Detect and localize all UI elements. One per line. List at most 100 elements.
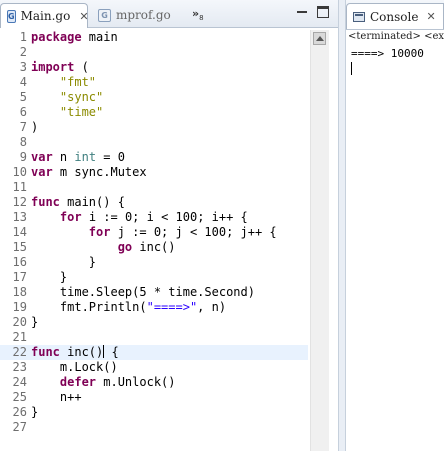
console-tab-bar: Console ✕ bbox=[346, 0, 444, 30]
code-text[interactable]: go inc() bbox=[31, 240, 176, 255]
line-number: 13 bbox=[12, 210, 27, 224]
code-text[interactable]: "fmt" bbox=[31, 75, 96, 90]
console-tab-label: Console bbox=[370, 9, 419, 24]
code-line[interactable]: 7) bbox=[0, 120, 308, 135]
line-number: 14 bbox=[12, 225, 27, 239]
code-line[interactable]: 23 m.Lock() bbox=[0, 360, 308, 375]
code-line[interactable]: 16 } bbox=[0, 255, 308, 270]
line-number: 21 bbox=[12, 330, 27, 344]
close-icon[interactable]: ✕ bbox=[79, 10, 88, 23]
line-number: 26 bbox=[12, 405, 27, 419]
code-text[interactable]: } bbox=[31, 405, 38, 420]
code-line[interactable]: 24 defer m.Unlock() bbox=[0, 375, 308, 390]
line-number: 25 bbox=[12, 390, 27, 404]
code-line[interactable]: 25 n++ bbox=[0, 390, 308, 405]
code-text[interactable]: var m sync.Mutex bbox=[31, 165, 147, 180]
line-number: 27 bbox=[12, 420, 27, 434]
code-text[interactable]: import ( bbox=[31, 60, 89, 75]
code-text[interactable]: "sync" bbox=[31, 90, 103, 105]
tab-main-go-label: Main.go bbox=[20, 9, 71, 23]
line-number: 16 bbox=[12, 255, 27, 269]
code-text[interactable]: var n int = 0 bbox=[31, 150, 125, 165]
code-text[interactable]: defer m.Unlock() bbox=[31, 375, 176, 390]
line-number: 12 bbox=[12, 195, 27, 209]
line-number: 10 bbox=[12, 165, 27, 179]
console-status: <terminated> <exit c bbox=[348, 31, 444, 42]
code-text[interactable]: "time" bbox=[31, 105, 103, 120]
pane-splitter[interactable] bbox=[338, 0, 346, 451]
code-line[interactable]: 14 for j := 0; j < 100; j++ { bbox=[0, 225, 308, 240]
code-line[interactable]: 9 var n int = 0 bbox=[0, 150, 308, 165]
line-number: 20 bbox=[12, 315, 27, 329]
line-number: 3 bbox=[19, 60, 27, 74]
line-number: 19 bbox=[12, 300, 27, 314]
code-editor[interactable]: 1 package main 2 3 import (4 "fmt" 5 "sync" 6 … bbox=[0, 30, 308, 451]
maximize-button[interactable] bbox=[317, 6, 329, 18]
console-output[interactable]: ====> 10000 bbox=[351, 46, 424, 61]
line-number: 23 bbox=[12, 360, 27, 374]
line-number: 24 bbox=[12, 375, 27, 389]
line-number: 18 bbox=[12, 285, 27, 299]
tab-overflow-button[interactable]: »8 bbox=[192, 7, 204, 22]
code-line[interactable]: 19 fmt.Println("====>", n) bbox=[0, 300, 308, 315]
tab-main-go[interactable]: G Main.go ✕ bbox=[0, 3, 89, 28]
code-text[interactable]: ) bbox=[31, 120, 38, 135]
minimize-button[interactable] bbox=[296, 6, 308, 18]
line-number: 9 bbox=[19, 150, 27, 164]
code-text[interactable]: m.Lock() bbox=[31, 360, 118, 375]
code-line[interactable]: 8 bbox=[0, 135, 308, 150]
code-line[interactable]: 12 func main() { bbox=[0, 195, 308, 210]
tab-mprof-go-label: mprof.go bbox=[116, 8, 171, 22]
code-line[interactable]: 10 var m sync.Mutex bbox=[0, 165, 308, 180]
line-number: 7 bbox=[19, 120, 27, 134]
editor-tab-bar: G Main.go ✕ G mprof.go »8 bbox=[0, 0, 338, 28]
code-line[interactable]: 22 func inc() { bbox=[0, 345, 308, 360]
code-line[interactable]: 4 "fmt" bbox=[0, 75, 308, 90]
scroll-up-icon[interactable] bbox=[313, 32, 326, 45]
console-icon bbox=[353, 11, 365, 22]
code-text[interactable]: } bbox=[31, 315, 38, 330]
code-line[interactable]: 2 bbox=[0, 45, 308, 60]
code-line[interactable]: 27 bbox=[0, 420, 308, 435]
go-file-icon: G bbox=[7, 9, 16, 23]
tab-mprof-go[interactable]: G mprof.go bbox=[92, 3, 188, 27]
line-number: 4 bbox=[19, 75, 27, 89]
console-cursor bbox=[351, 62, 352, 75]
vertical-scrollbar[interactable] bbox=[310, 30, 329, 451]
line-number: 17 bbox=[12, 270, 27, 284]
code-line[interactable]: 6 "time" bbox=[0, 105, 308, 120]
code-line[interactable]: 17 } bbox=[0, 270, 308, 285]
line-number: 6 bbox=[19, 105, 27, 119]
code-line[interactable]: 11 bbox=[0, 180, 308, 195]
code-line[interactable]: 5 "sync" bbox=[0, 90, 308, 105]
code-text[interactable]: for j := 0; j < 100; j++ { bbox=[31, 225, 277, 240]
code-line[interactable]: 21 bbox=[0, 330, 308, 345]
code-line[interactable]: 26} bbox=[0, 405, 308, 420]
line-number: 11 bbox=[12, 180, 27, 194]
code-line[interactable]: 20} bbox=[0, 315, 308, 330]
code-text[interactable]: func inc() { bbox=[31, 345, 119, 360]
code-text[interactable]: func main() { bbox=[31, 195, 125, 210]
code-text[interactable]: } bbox=[31, 255, 96, 270]
console-pane: Console ✕ <terminated> <exit c ====> 100… bbox=[346, 0, 444, 451]
code-text[interactable]: } bbox=[31, 270, 67, 285]
line-number: 5 bbox=[19, 90, 27, 104]
code-line[interactable]: 13 for i := 0; i < 100; i++ { bbox=[0, 210, 308, 225]
code-line[interactable]: 3 import ( bbox=[0, 60, 308, 75]
code-text[interactable]: time.Sleep(5 * time.Second) bbox=[31, 285, 255, 300]
line-number: 1 bbox=[19, 30, 27, 44]
tab-console[interactable]: Console ✕ bbox=[346, 3, 444, 29]
line-number: 22 bbox=[12, 345, 27, 359]
code-text[interactable]: for i := 0; i < 100; i++ { bbox=[31, 210, 248, 225]
code-text[interactable]: fmt.Println("====>", n) bbox=[31, 300, 226, 315]
close-icon[interactable]: ✕ bbox=[426, 10, 435, 23]
code-line[interactable]: 18 time.Sleep(5 * time.Second) bbox=[0, 285, 308, 300]
code-line[interactable]: 15 go inc() bbox=[0, 240, 308, 255]
overflow-count: 8 bbox=[199, 14, 204, 23]
line-number: 15 bbox=[12, 240, 27, 254]
editor-pane: G Main.go ✕ G mprof.go »8 1 package main 2… bbox=[0, 0, 338, 451]
code-text[interactable]: package main bbox=[31, 30, 118, 45]
line-number: 2 bbox=[19, 45, 27, 59]
code-line[interactable]: 1 package main bbox=[0, 30, 308, 45]
code-text[interactable]: n++ bbox=[31, 390, 82, 405]
